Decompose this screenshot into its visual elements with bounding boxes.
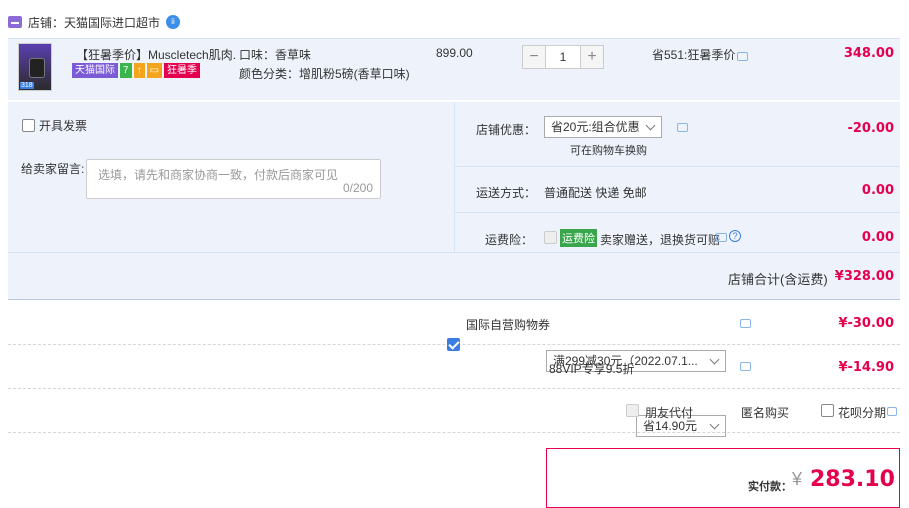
friend-pay-checkbox <box>626 404 639 417</box>
row-divider <box>454 166 900 167</box>
row-divider <box>8 432 900 433</box>
product-tag: 天猫国际 <box>72 63 118 78</box>
invoice-checkbox[interactable] <box>22 119 35 132</box>
insurance-label: 运费险： <box>485 233 534 247</box>
row-divider <box>8 252 900 253</box>
shop-total-label: 店铺合计(含运费) <box>728 272 828 287</box>
comment-icon[interactable] <box>740 319 751 328</box>
item-subtotal: 348.00 <box>843 46 894 61</box>
global-coupon-checkbox[interactable] <box>447 338 460 351</box>
shop-header: 店铺： 天猫国际进口超市 ii <box>8 12 181 32</box>
row-divider <box>8 388 900 389</box>
shop-coupon-label: 店铺优惠： <box>476 123 537 137</box>
unit-price: 899.00 <box>436 46 473 60</box>
product-title-link[interactable]: 【狂暑季价】Muscletech肌肉... <box>76 46 236 63</box>
shop-name-link[interactable]: 天猫国际进口超市 <box>64 14 160 31</box>
quantity-input[interactable]: 1 <box>546 45 580 69</box>
item-saving: 省551:狂暑季价 <box>652 48 736 62</box>
quantity-plus-button[interactable]: + <box>580 45 604 69</box>
comment-icon[interactable] <box>716 233 727 242</box>
shop-coupon-amount: -20.00 <box>847 121 894 136</box>
shop-coupon-select[interactable]: 省20元:组合优惠 <box>544 116 662 138</box>
product-variant: 颜色分类：增肌粉5磅(香草口味) <box>239 67 410 81</box>
panel-divider <box>454 102 455 252</box>
thumbnail-badge: 318 <box>20 82 34 89</box>
insurance-amount: 0.00 <box>861 230 894 245</box>
shop-total-amount: ¥328.00 <box>834 269 894 284</box>
product-flavor: 口味：香草味 <box>239 48 312 62</box>
product-thumbnail[interactable]: 318 <box>18 43 52 91</box>
quantity-minus-button[interactable]: − <box>522 45 546 69</box>
pay-amount: 283.10 <box>810 467 895 492</box>
message-char-count: 0/200 <box>342 181 373 195</box>
product-tag: ▭ <box>146 63 163 78</box>
global-coupon-label: 国际自营购物券 <box>466 318 551 332</box>
delivery-method: 普通配送 快递 免邮 <box>544 186 647 200</box>
comment-icon[interactable] <box>737 52 748 61</box>
delivery-amount: 0.00 <box>861 183 894 198</box>
product-tag: ↑ <box>133 63 145 78</box>
insurance-badge: 运费险 <box>560 229 597 247</box>
huabei-label: 花呗分期 <box>838 406 887 420</box>
product-tags: 天猫国际 7 ↑ ▭ 狂暑季 <box>72 63 201 78</box>
seller-message-input[interactable]: 选填，请先和商家协商一致，付款后商家可见 0/200 <box>86 159 381 199</box>
product-tag: 7 <box>120 63 132 78</box>
shop-coupon-note: 可在购物车换购 <box>570 145 647 157</box>
insurance-text: 卖家赠送，退换货可赔 <box>600 233 721 247</box>
insurance-checkbox <box>544 231 557 244</box>
product-tag: 狂暑季 <box>164 63 201 78</box>
global-coupon-amount: ¥-30.00 <box>838 316 894 331</box>
quantity-stepper: − 1 + <box>522 45 604 69</box>
message-label: 给卖家留言: <box>21 162 85 176</box>
help-icon[interactable]: ? <box>729 230 741 242</box>
pay-label: 实付款： <box>748 481 792 493</box>
message-placeholder: 选填，请先和商家协商一致，付款后商家可见 <box>98 168 339 182</box>
vip-discount-amount: ¥-14.90 <box>838 360 894 375</box>
wangwang-chat-icon[interactable]: ii <box>166 15 181 29</box>
shop-icon <box>8 16 22 28</box>
shop-prefix: 店铺： <box>28 15 65 30</box>
anonymous-label: 匿名购买 <box>741 406 790 420</box>
friend-pay-label: 朋友代付 <box>645 406 694 420</box>
order-item-row: 318 【狂暑季价】Muscletech肌肉... 天猫国际 7 ↑ ▭ 狂暑季 口味：… <box>8 38 900 100</box>
comment-icon[interactable] <box>677 123 688 132</box>
row-divider <box>454 212 900 213</box>
delivery-label: 运送方式： <box>476 186 537 200</box>
invoice-option: 开具发票 <box>22 117 87 134</box>
payment-total-box: 实付款： ¥ 283.10 <box>546 448 900 508</box>
currency-symbol: ¥ <box>792 469 803 489</box>
comment-icon[interactable] <box>740 362 751 371</box>
comment-icon[interactable] <box>887 407 897 416</box>
invoice-label: 开具发票 <box>39 119 88 133</box>
vip-label: 88VIP专享9.5折 <box>549 362 635 376</box>
huabei-checkbox[interactable] <box>821 404 834 417</box>
